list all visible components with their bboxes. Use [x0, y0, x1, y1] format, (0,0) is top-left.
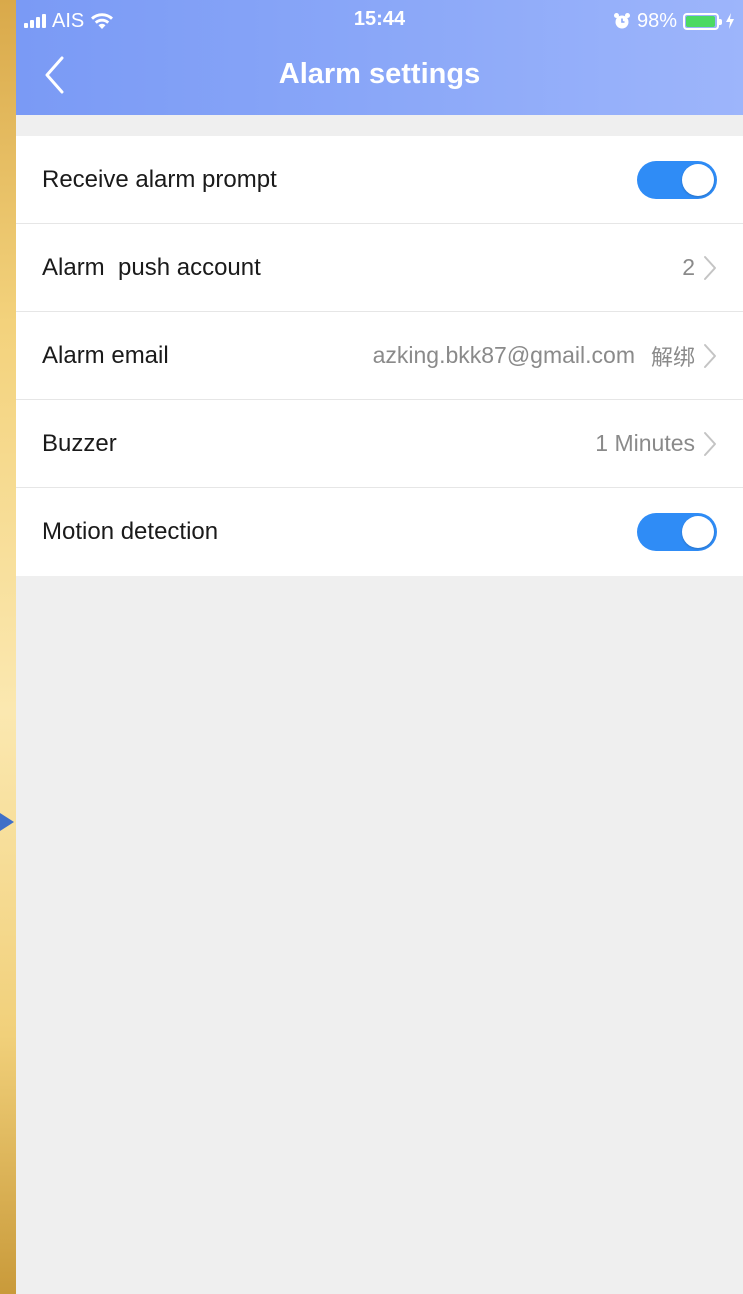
- toggle-knob: [682, 516, 714, 548]
- setting-motion-detection: Motion detection: [16, 488, 743, 576]
- setting-alarm-push-account[interactable]: Alarm push account 2: [16, 224, 743, 312]
- toggle-knob: [682, 163, 714, 196]
- chevron-right-icon: [704, 255, 716, 280]
- status-bar: AIS 15:44 98%: [16, 0, 743, 40]
- status-right: 98%: [613, 8, 735, 34]
- buzzer-duration-value: 1 Minutes: [595, 430, 695, 456]
- background-window-edge: [0, 0, 16, 1294]
- setting-label: Alarm email: [42, 341, 169, 369]
- setting-label: Alarm push account: [42, 253, 261, 281]
- alarm-clock-icon: [613, 13, 630, 29]
- setting-label: Motion detection: [42, 518, 219, 545]
- push-account-count: 2: [682, 254, 695, 280]
- battery-icon: [683, 12, 722, 30]
- chevron-right-icon: [704, 343, 716, 368]
- setting-label: Receive alarm prompt: [42, 165, 277, 193]
- settings-list: Receive alarm prompt Alarm push account …: [16, 136, 743, 576]
- navigation-bar: Alarm settings: [16, 40, 743, 115]
- arrow-pointer-icon: [0, 813, 14, 831]
- charging-bolt-icon: [726, 13, 734, 29]
- battery-percentage: 98%: [636, 9, 677, 32]
- setting-buzzer[interactable]: Buzzer 1 Minutes: [16, 400, 743, 488]
- receive-alarm-prompt-toggle[interactable]: [637, 160, 717, 199]
- setting-label: Buzzer: [42, 429, 117, 457]
- battery-level-fill: [686, 15, 716, 27]
- motion-detection-toggle[interactable]: [637, 513, 717, 551]
- header: AIS 15:44 98% Alarm settings: [16, 0, 743, 115]
- page-title: Alarm settings: [278, 58, 481, 90]
- chevron-right-icon: [704, 431, 716, 456]
- unbind-email-link[interactable]: 解绑: [651, 340, 695, 372]
- phone-screen: AIS 15:44 98% Alarm settings Receive ala…: [16, 0, 743, 1294]
- alarm-email-value: azking.bkk87@gmail.com: [372, 342, 635, 368]
- setting-receive-alarm-prompt: Receive alarm prompt: [16, 136, 743, 224]
- setting-alarm-email[interactable]: Alarm email azking.bkk87@gmail.com 解绑: [16, 312, 743, 400]
